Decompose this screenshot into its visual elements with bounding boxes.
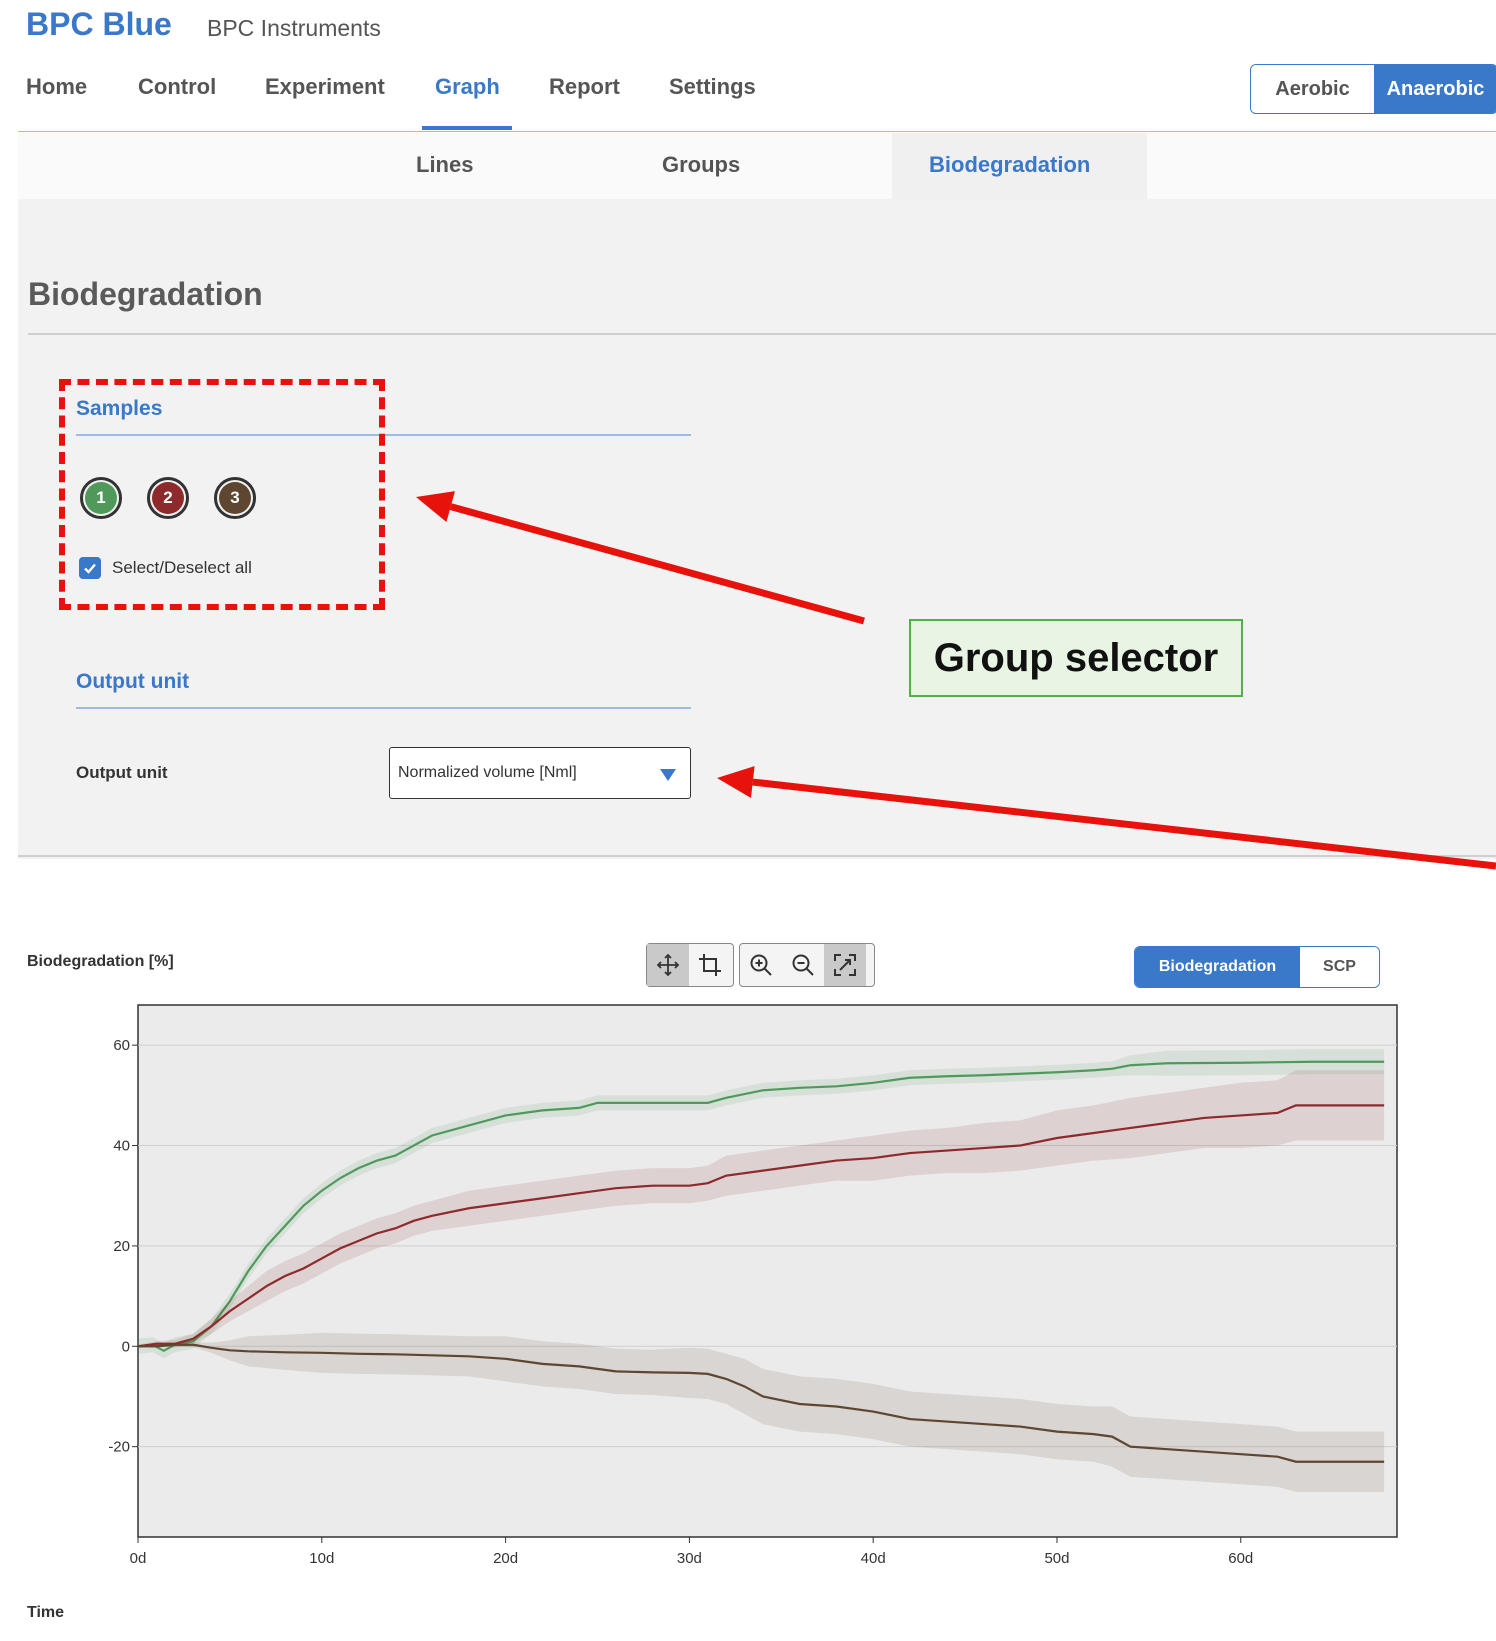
- x-tick-label: 40d: [861, 1550, 886, 1567]
- chart-x-axis-label: Time: [27, 1604, 65, 1621]
- arrow-output-unit-shaft: [752, 778, 1496, 870]
- y-tick-label: 40: [113, 1138, 130, 1155]
- biodegradation-chart: 60 40 20 0 -20 0d 10d 20d 30d 40d 50d 60d: [108, 491, 1496, 1567]
- x-tick-label: 20d: [493, 1550, 518, 1567]
- y-tick-label: 60: [113, 1037, 130, 1054]
- plot-area: 60 40 20 0 -20 0d 10d 20d 30d 40d 50d 60d: [108, 1004, 1398, 1567]
- x-tick-label: 60d: [1228, 1550, 1253, 1567]
- x-tick-label: 50d: [1044, 1550, 1069, 1567]
- x-tick-label: 30d: [677, 1550, 702, 1567]
- arrow-output-unit-head: [717, 766, 755, 798]
- x-tick-label: 0d: [130, 1550, 147, 1567]
- y-tick-label: -20: [108, 1439, 130, 1456]
- annotation-arrows: [416, 491, 1496, 870]
- arrow-samples-head: [416, 491, 455, 523]
- x-tick-label: 10d: [309, 1550, 334, 1567]
- arrow-samples-shaft: [449, 503, 865, 625]
- y-tick-label: 0: [122, 1338, 130, 1355]
- y-tick-label: 20: [113, 1238, 130, 1255]
